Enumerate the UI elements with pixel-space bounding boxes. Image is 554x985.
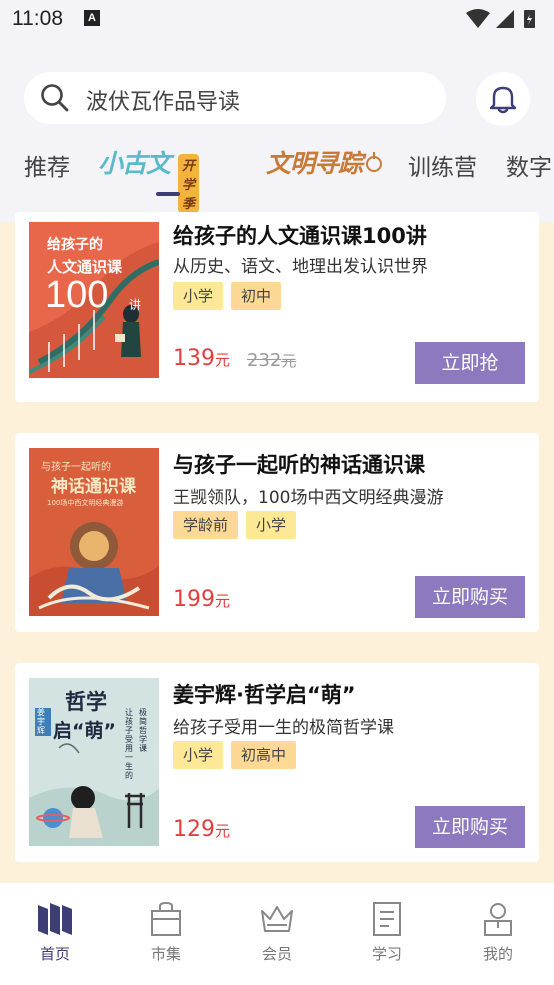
cover-text-line3: 100场中西文明经典漫游 (47, 499, 124, 507)
status-icons (464, 8, 542, 34)
cover-text-line2: 启“萌” (53, 720, 116, 742)
status-time: 11:08 (12, 7, 63, 30)
tab-wenming[interactable]: 文明寻踪 (266, 144, 382, 184)
bottom-nav: 首页 市集 会员 学习 我的 (0, 883, 554, 985)
books-icon (38, 903, 72, 935)
course-price: 129元 (173, 817, 231, 842)
course-tags: 学龄前 小学 (173, 511, 297, 539)
course-tag: 初中 (231, 282, 282, 310)
nav-member[interactable]: 会员 (242, 901, 312, 964)
course-cover: 哲学 启“萌” 姜宇辉 让孩子受用一生的 极简哲学课 (29, 678, 159, 846)
course-price: 139元 (173, 346, 231, 371)
course-original-price: 232元 (247, 350, 297, 371)
tab-recommend[interactable]: 推荐 (24, 148, 70, 182)
notebook-icon (373, 902, 401, 936)
course-card[interactable]: 与孩子一起听的 神话通识课 100场中西文明经典漫游 与孩子一起听的神话通识课 … (15, 433, 539, 632)
buy-now-button[interactable]: 立即购买 (415, 576, 525, 618)
course-subtitle: 王觊领队，100场中西文明经典漫游 (173, 488, 444, 508)
tab-xiaoguwen-label: 小古文 (98, 149, 171, 178)
course-tag: 初高中 (231, 741, 297, 769)
course-card[interactable]: 哲学 启“萌” 姜宇辉 让孩子受用一生的 极简哲学课 姜宇辉·哲学启“萌” 给孩… (15, 663, 539, 862)
cover-text-line1: 给孩子的 (47, 237, 103, 253)
notification-icon: A (84, 10, 100, 26)
cover-author: 姜宇辉 (37, 708, 45, 735)
search-icon (40, 83, 70, 117)
nav-market[interactable]: 市集 (131, 901, 201, 964)
tab-wenming-label: 文明寻踪 (266, 149, 363, 178)
course-price: 199元 (173, 587, 231, 612)
cover-text-line2: 神话通识课 (51, 477, 136, 497)
search-input[interactable]: 波伏瓦作品导读 (24, 72, 446, 124)
course-card[interactable]: 给孩子的 人文通识课 100 讲 给孩子的人文通识课100讲 从历史、语文、地理… (15, 212, 539, 402)
course-tag: 小学 (246, 511, 297, 539)
nav-home-label: 首页 (39, 945, 70, 963)
nav-profile-label: 我的 (482, 945, 513, 963)
nav-study-label: 学习 (371, 945, 402, 963)
course-subtitle: 给孩子受用一生的极简哲学课 (173, 718, 394, 738)
signal-icon (496, 10, 514, 28)
tab-training-camp[interactable]: 训练营 (408, 148, 477, 182)
cover-suffix: 讲 (129, 298, 142, 312)
search-placeholder: 波伏瓦作品导读 (86, 90, 241, 115)
bag-icon (151, 901, 181, 936)
cover-side-text2: 极简哲学课 (139, 708, 147, 753)
cover-side-text1: 让孩子受用一生的 (125, 708, 133, 780)
battery-icon (524, 10, 535, 28)
nav-profile[interactable]: 我的 (463, 901, 533, 964)
nav-market-label: 市集 (150, 945, 181, 963)
status-bar: 11:08 A (0, 0, 554, 38)
notification-button[interactable] (476, 72, 530, 126)
nav-study[interactable]: 学习 (352, 901, 422, 964)
header: 波伏瓦作品导读 推荐 小古文 开学季 文明寻踪 训练营 数字 (0, 38, 554, 222)
course-title: 姜宇辉·哲学启“萌” (173, 683, 356, 707)
course-subtitle: 从历史、语文、地理出发认识世界 (173, 257, 428, 277)
cover-number: 100 (45, 274, 109, 316)
tab-xiaoguwen-badge: 开学季 (178, 154, 200, 213)
course-tag: 小学 (173, 741, 224, 769)
buy-now-button[interactable]: 立即购买 (415, 806, 525, 848)
cover-text-line1: 与孩子一起听的 (41, 462, 111, 473)
nav-home[interactable]: 首页 (20, 901, 90, 964)
buy-now-button[interactable]: 立即抢 (415, 342, 525, 384)
tab-active-indicator (156, 192, 180, 196)
wifi-icon (466, 9, 490, 28)
cover-text-line1: 哲学 (65, 690, 107, 714)
course-title: 与孩子一起听的神话通识课 (173, 453, 425, 477)
tab-xiaoguwen[interactable]: 小古文 开学季 (98, 144, 200, 213)
course-tags: 小学 初高中 (173, 741, 297, 769)
compass-icon (366, 152, 382, 172)
course-tag: 学龄前 (173, 511, 239, 539)
course-cover: 与孩子一起听的 神话通识课 100场中西文明经典漫游 (29, 448, 159, 616)
course-tag: 小学 (173, 282, 224, 310)
user-icon (484, 903, 512, 936)
crown-icon (261, 906, 293, 932)
category-tabs: 推荐 小古文 开学季 文明寻踪 训练营 数字 (0, 144, 554, 213)
bell-icon (489, 84, 517, 118)
nav-member-label: 会员 (261, 945, 292, 963)
course-cover: 给孩子的 人文通识课 100 讲 (29, 222, 159, 378)
course-tags: 小学 初中 (173, 282, 282, 310)
course-title: 给孩子的人文通识课100讲 (173, 224, 427, 248)
tab-digital[interactable]: 数字 (506, 148, 552, 182)
